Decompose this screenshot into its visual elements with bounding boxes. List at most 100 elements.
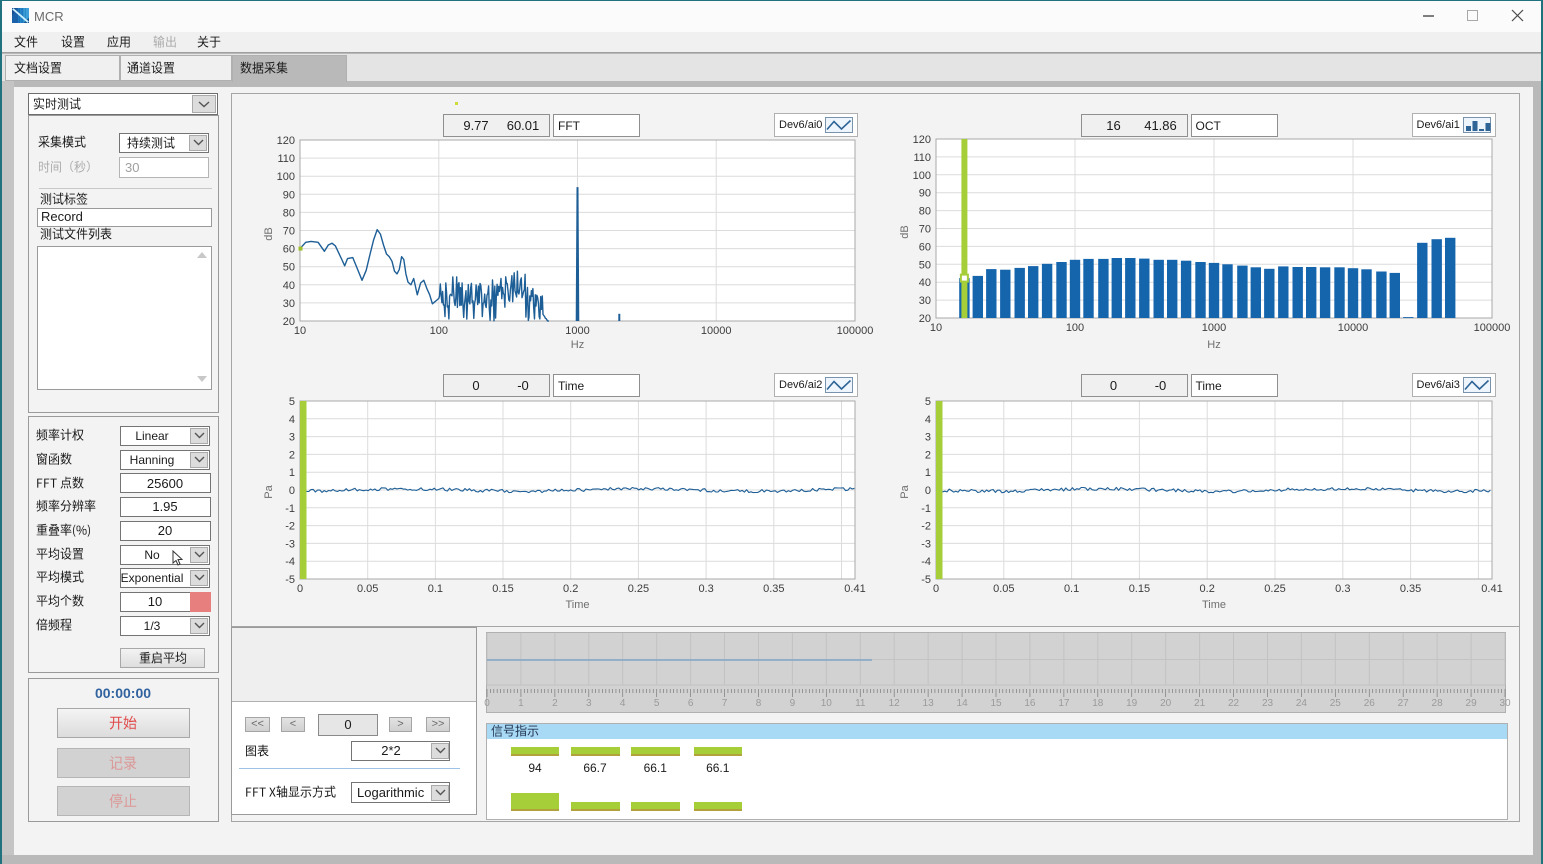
svg-text:dB: dB [899,225,911,238]
svg-text:2: 2 [552,698,558,709]
svg-text:28: 28 [1432,698,1444,709]
svg-text:21: 21 [1194,698,1206,709]
svg-text:22: 22 [1228,698,1240,709]
svg-text:0.41: 0.41 [1481,583,1502,595]
svg-text:1000: 1000 [1202,322,1226,334]
svg-text:-1: -1 [285,503,295,515]
svg-text:0.05: 0.05 [993,583,1014,595]
svg-text:-3: -3 [285,538,295,550]
svg-text:100000: 100000 [837,325,874,337]
svg-text:0.41: 0.41 [844,583,865,595]
svg-text:20: 20 [1160,698,1172,709]
svg-text:90: 90 [283,189,295,201]
svg-text:0: 0 [289,485,295,497]
svg-text:0.1: 0.1 [428,583,443,595]
svg-text:-4: -4 [285,556,295,568]
svg-text:0.05: 0.05 [357,583,378,595]
svg-text:120: 120 [913,134,931,146]
svg-text:0.2: 0.2 [1200,583,1215,595]
svg-text:-5: -5 [285,574,295,586]
svg-text:40: 40 [283,280,295,292]
svg-text:1: 1 [925,467,931,479]
svg-text:10: 10 [294,325,306,337]
svg-text:2: 2 [289,449,295,461]
svg-text:70: 70 [919,224,931,236]
svg-text:4: 4 [925,414,931,426]
svg-text:0.35: 0.35 [1400,583,1421,595]
svg-text:1000: 1000 [565,325,589,337]
svg-text:60: 60 [283,244,295,256]
svg-text:0.15: 0.15 [492,583,513,595]
svg-text:100000: 100000 [1474,322,1511,334]
svg-text:4: 4 [620,698,626,709]
svg-text:100: 100 [430,325,448,337]
svg-text:0: 0 [933,583,939,595]
svg-text:25: 25 [1330,698,1342,709]
svg-text:120: 120 [277,135,295,147]
svg-text:4: 4 [289,414,295,426]
svg-text:5: 5 [289,396,295,408]
svg-text:0.25: 0.25 [628,583,649,595]
svg-text:6: 6 [688,698,694,709]
svg-text:80: 80 [283,207,295,219]
svg-text:24: 24 [1296,698,1308,709]
svg-text:0.15: 0.15 [1129,583,1150,595]
svg-text:10: 10 [930,322,942,334]
svg-text:Time: Time [1202,599,1226,611]
svg-text:12: 12 [889,698,901,709]
svg-text:0.3: 0.3 [698,583,713,595]
svg-text:11: 11 [855,698,866,709]
svg-text:9: 9 [790,698,796,709]
svg-text:5: 5 [654,698,660,709]
svg-text:30: 30 [1499,698,1511,709]
svg-text:40: 40 [919,277,931,289]
svg-text:18: 18 [1092,698,1104,709]
svg-text:-3: -3 [921,538,931,550]
svg-text:0.1: 0.1 [1064,583,1079,595]
svg-text:70: 70 [283,226,295,238]
svg-text:Hz: Hz [1207,339,1220,351]
svg-text:5: 5 [925,396,931,408]
svg-text:8: 8 [756,698,762,709]
svg-text:10000: 10000 [1338,322,1369,334]
svg-text:100: 100 [913,170,931,182]
svg-text:16: 16 [1024,698,1036,709]
svg-text:14: 14 [957,698,969,709]
svg-text:0.2: 0.2 [563,583,578,595]
svg-text:50: 50 [919,259,931,271]
svg-text:27: 27 [1398,698,1410,709]
svg-text:10000: 10000 [701,325,732,337]
svg-text:30: 30 [283,298,295,310]
svg-text:0.3: 0.3 [1335,583,1350,595]
svg-text:-2: -2 [285,521,295,533]
svg-text:19: 19 [1126,698,1138,709]
svg-text:60: 60 [919,241,931,253]
svg-text:26: 26 [1364,698,1376,709]
svg-text:90: 90 [919,188,931,200]
svg-text:80: 80 [919,206,931,218]
svg-text:2: 2 [925,449,931,461]
svg-text:3: 3 [925,432,931,444]
svg-text:dB: dB [263,227,275,240]
svg-text:1: 1 [289,467,295,479]
svg-text:30: 30 [919,295,931,307]
svg-text:17: 17 [1058,698,1070,709]
svg-text:100: 100 [1066,322,1084,334]
svg-text:-2: -2 [921,521,931,533]
svg-text:13: 13 [923,698,935,709]
svg-text:Pa: Pa [263,484,275,498]
svg-text:-4: -4 [921,556,931,568]
svg-text:-5: -5 [921,574,931,586]
svg-text:0.35: 0.35 [763,583,784,595]
svg-text:23: 23 [1262,698,1274,709]
svg-text:15: 15 [990,698,1002,709]
svg-text:Hz: Hz [571,339,584,351]
svg-text:100: 100 [277,171,295,183]
svg-text:110: 110 [913,152,931,164]
svg-text:0.25: 0.25 [1264,583,1285,595]
svg-text:0: 0 [925,485,931,497]
svg-text:Pa: Pa [899,484,911,498]
svg-text:Time: Time [565,599,589,611]
svg-text:0: 0 [484,698,490,709]
svg-text:29: 29 [1466,698,1478,709]
